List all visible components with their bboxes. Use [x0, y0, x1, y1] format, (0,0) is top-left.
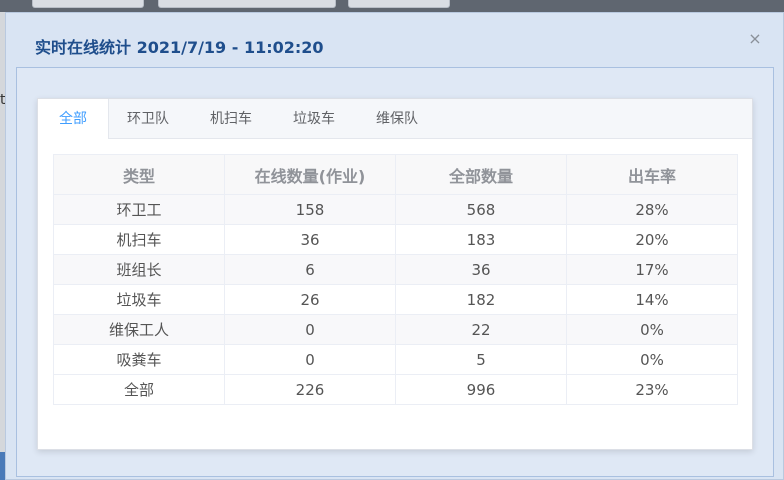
cell-online: 158	[224, 194, 396, 225]
cell-total: 22	[395, 314, 567, 345]
cell-type: 机扫车	[53, 224, 225, 255]
cell-rate: 14%	[566, 284, 738, 315]
col-header-total: 全部数量	[395, 154, 567, 195]
tab-panel: 全部 环卫队 机扫车 垃圾车 维保队 类型 在线数量(作业) 全部数量 出车率	[37, 98, 753, 450]
background-button	[32, 0, 144, 8]
cell-type: 垃圾车	[53, 284, 225, 315]
cell-rate: 0%	[566, 314, 738, 345]
tab-sweeper[interactable]: 机扫车	[201, 99, 261, 138]
cell-type: 班组长	[53, 254, 225, 285]
cell-online: 0	[224, 344, 396, 375]
table-row: 班组长 6 36 17%	[53, 254, 738, 285]
cell-total: 183	[395, 224, 567, 255]
cell-type: 维保工人	[53, 314, 225, 345]
table-row: 吸粪车 0 5 0%	[53, 344, 738, 375]
cell-total: 182	[395, 284, 567, 315]
background-toolbar	[0, 0, 784, 12]
dialog-title: 实时在线统计 2021/7/19 - 11:02:20	[35, 38, 324, 57]
tab-bar: 全部 环卫队 机扫车 垃圾车 维保队	[38, 99, 752, 139]
stats-table: 类型 在线数量(作业) 全部数量 出车率 环卫工 158 568 28% 机扫车	[53, 154, 738, 405]
cell-online: 26	[224, 284, 396, 315]
cell-type: 吸粪车	[53, 344, 225, 375]
cell-total: 568	[395, 194, 567, 225]
cell-total: 996	[395, 374, 567, 405]
close-icon[interactable]: ×	[746, 30, 764, 48]
background-button	[348, 0, 450, 8]
online-stats-dialog: 实时在线统计 2021/7/19 - 11:02:20 × 全部 环卫队 机扫车…	[5, 12, 784, 480]
table-row: 环卫工 158 568 28%	[53, 194, 738, 225]
tab-garbage-truck[interactable]: 垃圾车	[284, 99, 344, 138]
cell-type: 环卫工	[53, 194, 225, 225]
table-row: 机扫车 36 183 20%	[53, 224, 738, 255]
tab-all[interactable]: 全部	[38, 99, 109, 139]
cell-rate: 23%	[566, 374, 738, 405]
background-button	[158, 0, 336, 8]
cell-total: 36	[395, 254, 567, 285]
cell-online: 0	[224, 314, 396, 345]
table-header-row: 类型 在线数量(作业) 全部数量 出车率	[53, 154, 738, 195]
col-header-online: 在线数量(作业)	[224, 154, 396, 195]
table-row: 垃圾车 26 182 14%	[53, 284, 738, 315]
tab-sanitation-team[interactable]: 环卫队	[118, 99, 178, 138]
cell-online: 226	[224, 374, 396, 405]
dialog-body: 全部 环卫队 机扫车 垃圾车 维保队 类型 在线数量(作业) 全部数量 出车率	[16, 67, 774, 477]
cell-online: 6	[224, 254, 396, 285]
cell-rate: 28%	[566, 194, 738, 225]
cell-rate: 17%	[566, 254, 738, 285]
table-row-total: 全部 226 996 23%	[53, 374, 738, 405]
cell-total: 5	[395, 344, 567, 375]
cell-rate: 20%	[566, 224, 738, 255]
cell-rate: 0%	[566, 344, 738, 375]
cell-type: 全部	[53, 374, 225, 405]
tab-maintenance-team[interactable]: 维保队	[367, 99, 427, 138]
col-header-type: 类型	[53, 154, 225, 195]
table-row: 维保工人 0 22 0%	[53, 314, 738, 345]
cell-online: 36	[224, 224, 396, 255]
col-header-rate: 出车率	[566, 154, 738, 195]
